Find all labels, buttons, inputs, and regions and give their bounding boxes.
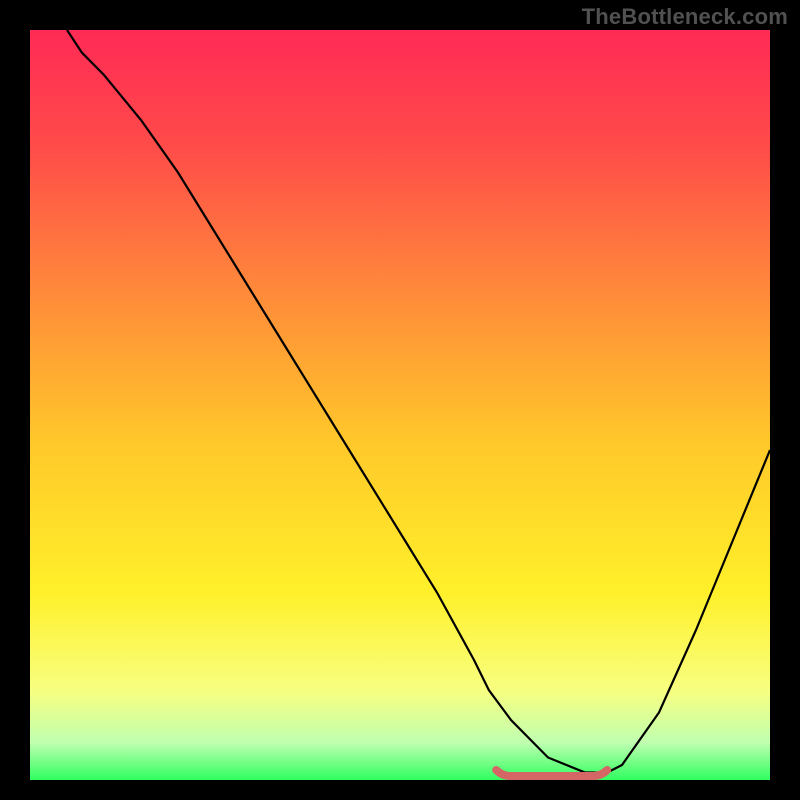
plot-background: [30, 30, 770, 780]
bottleneck-chart: [0, 0, 800, 800]
chart-container: TheBottleneck.com: [0, 0, 800, 800]
